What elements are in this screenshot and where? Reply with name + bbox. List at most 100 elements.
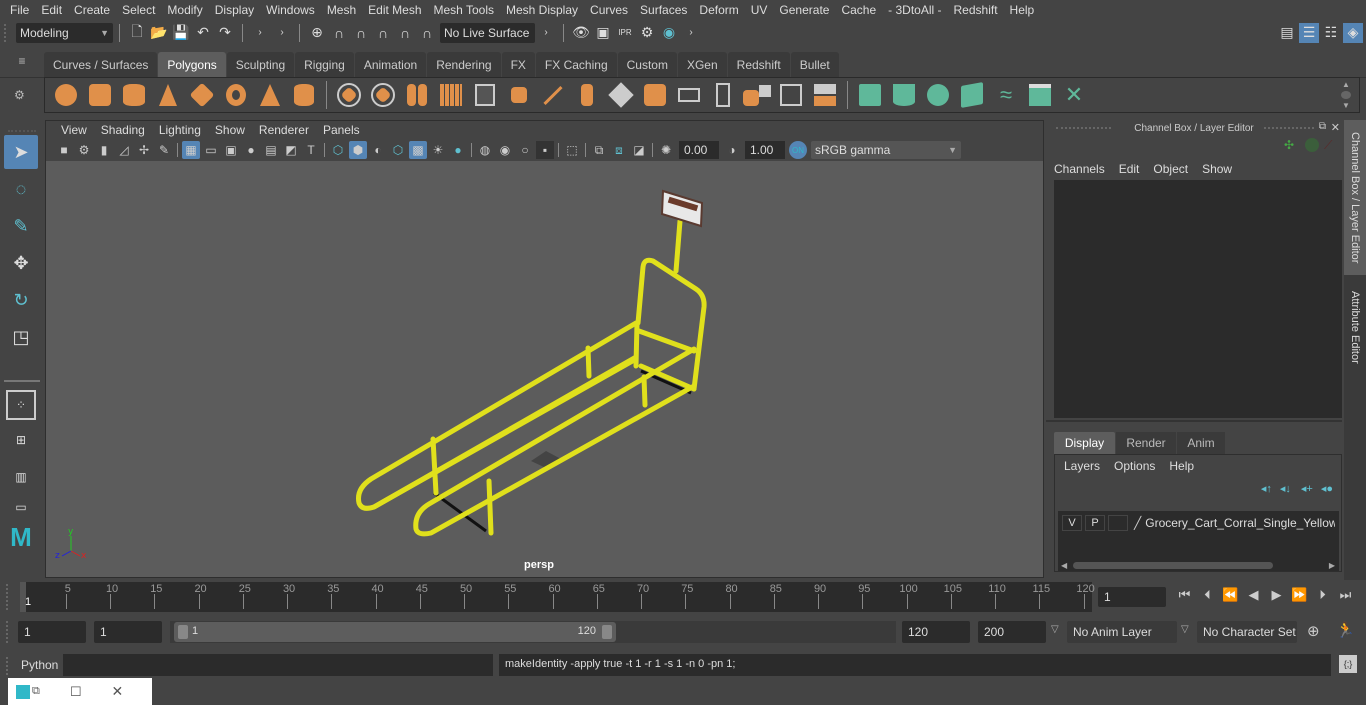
gamma-icon[interactable]: ◑	[723, 141, 741, 159]
menu-file[interactable]: File	[4, 3, 35, 17]
play-backward-icon[interactable]: ◀	[1242, 587, 1265, 603]
camera-attributes-icon[interactable]: ⚙	[75, 141, 93, 159]
playback-start-field[interactable]: 1	[94, 621, 162, 643]
use-all-lights-icon[interactable]: ▩	[409, 141, 427, 159]
screen-space-ao-icon[interactable]: ●	[449, 141, 467, 159]
grease-pencil-icon[interactable]: ✎	[155, 141, 173, 159]
field-chart-icon[interactable]: ▤	[262, 141, 280, 159]
menu-cache[interactable]: Cache	[835, 3, 882, 17]
poly-cone-icon[interactable]	[153, 80, 183, 110]
camera-icon[interactable]: ■	[55, 141, 73, 159]
gate-mask-icon[interactable]: ●	[242, 141, 260, 159]
menu-create[interactable]: Create	[68, 3, 116, 17]
tool-settings-toggle-icon[interactable]: ☷	[1321, 23, 1341, 43]
modeling-toolkit-icon[interactable]: ▤	[1277, 23, 1297, 43]
menu-select[interactable]: Select	[116, 3, 161, 17]
attribute-editor-toggle-icon[interactable]: ☰	[1299, 22, 1319, 43]
tab-display[interactable]: Display	[1054, 432, 1115, 454]
move-layer-down-icon[interactable]: ◂↓	[1280, 482, 1291, 495]
redo-icon[interactable]: ↷	[215, 23, 235, 43]
boolean-icon[interactable]	[742, 80, 772, 110]
speed-icon[interactable]	[1305, 138, 1319, 152]
isolate-select-icon[interactable]: ▪	[536, 141, 554, 159]
command-language-toggle[interactable]: Python	[21, 658, 58, 672]
four-view-layout-icon[interactable]: ⊞	[4, 423, 38, 457]
collapse-arrow-icon[interactable]: ›	[681, 23, 701, 43]
menu-edit-mesh[interactable]: Edit Mesh	[362, 3, 427, 17]
grip-handle[interactable]	[6, 657, 8, 675]
render-frame-icon[interactable]: ▣	[593, 23, 613, 43]
menu-curves[interactable]: Curves	[584, 3, 634, 17]
animation-start-field[interactable]: 1	[18, 621, 86, 643]
character-set-dropdown-icon[interactable]: ▽	[1181, 624, 1189, 635]
backface-culling-icon[interactable]: ◪	[630, 141, 648, 159]
splitter[interactable]	[1046, 420, 1342, 422]
go-to-start-icon[interactable]: ⏮	[1173, 587, 1196, 603]
unfold-uv-icon[interactable]: ≈	[991, 80, 1021, 110]
maya-logo-icon[interactable]: M	[4, 520, 38, 554]
animation-preferences-icon[interactable]: 🏃	[1336, 621, 1355, 639]
grip-handle[interactable]	[1264, 127, 1314, 129]
script-editor-icon[interactable]: {;}	[1339, 655, 1357, 673]
command-input[interactable]	[63, 654, 493, 676]
cb-menu-show[interactable]: Show	[1202, 162, 1232, 176]
scale-tool-icon[interactable]: ◳	[4, 320, 38, 354]
color-space-dropdown[interactable]: sRGB gamma ▼	[811, 141, 961, 159]
shelf-tab-rigging[interactable]: Rigging	[295, 52, 354, 77]
open-scene-icon[interactable]: 📂	[149, 23, 169, 43]
menu-surfaces[interactable]: Surfaces	[634, 3, 693, 17]
menu-mesh[interactable]: Mesh	[321, 3, 362, 17]
target-weld-icon[interactable]	[674, 80, 704, 110]
ipr-render-icon[interactable]: IPR	[615, 23, 635, 43]
vp-menu-panels[interactable]: Panels	[316, 123, 367, 137]
wireframe-icon[interactable]: ⬡	[329, 141, 347, 159]
menu-edit[interactable]: Edit	[35, 3, 68, 17]
shelf-tab-rendering[interactable]: Rendering	[427, 52, 501, 77]
wireframe-on-shaded-icon[interactable]: ◐	[369, 141, 387, 159]
snap-view-plane-icon[interactable]: ∩	[395, 23, 415, 43]
live-surface-field[interactable]: No Live Surface	[440, 22, 535, 43]
step-forward-key-icon[interactable]: ⏩	[1288, 587, 1311, 603]
uv-editor-icon[interactable]	[1025, 80, 1055, 110]
channel-list[interactable]	[1054, 180, 1342, 418]
manipulator-icon[interactable]: ✣	[1284, 138, 1294, 152]
timeline-ruler[interactable]: 1 5 10 15 20 25 30 35 40 45 50 55 60 65 70 75 80 85 90 95 1…	[20, 582, 1095, 612]
gamma-field[interactable]: 1.00	[745, 141, 785, 159]
snap-grid-icon[interactable]: ⊕	[307, 23, 327, 43]
color-management-toggle-icon[interactable]: ON	[789, 141, 807, 159]
layer-visibility-toggle[interactable]: V	[1062, 515, 1082, 531]
move-layer-up-icon[interactable]: ◂↑	[1261, 482, 1272, 495]
paint-select-tool-icon[interactable]: ✎	[4, 209, 38, 243]
scroll-left-icon[interactable]: ◀	[1061, 561, 1067, 570]
save-scene-icon[interactable]: 💾	[171, 23, 191, 43]
shelf-tab-sculpting[interactable]: Sculpting	[226, 52, 295, 77]
scroll-right-icon[interactable]: ▶	[1329, 561, 1335, 570]
select-tool-icon[interactable]: ➤	[4, 135, 38, 169]
shelf-scrollbar[interactable]: ▲ ▼	[1339, 80, 1353, 110]
play-forward-icon[interactable]: ▶	[1265, 587, 1288, 603]
scroll-down-icon[interactable]: ▼	[1342, 101, 1350, 110]
range-slider[interactable]: 1 120	[174, 622, 616, 642]
menu-mesh-tools[interactable]: Mesh Tools	[428, 3, 500, 17]
scroll-up-icon[interactable]: ▲	[1342, 80, 1350, 89]
range-end-handle[interactable]	[602, 625, 612, 639]
poly-pyramid-icon[interactable]	[255, 80, 285, 110]
hypershade-icon[interactable]: ◉	[659, 23, 679, 43]
xray-joints-icon[interactable]: ⧉	[590, 141, 608, 159]
motion-blur-icon[interactable]: ◍	[476, 141, 494, 159]
move-tool-icon[interactable]: ✥	[4, 246, 38, 280]
grip-handle[interactable]	[6, 584, 8, 610]
step-back-key-icon[interactable]: ⏪	[1219, 587, 1242, 603]
smooth-shade-icon[interactable]: ⬢	[349, 141, 367, 159]
layer-row[interactable]: V P ╱ Grocery_Cart_Corral_Single_Yellow_…	[1058, 513, 1339, 533]
tab-anim[interactable]: Anim	[1177, 432, 1225, 454]
menu-mesh-display[interactable]: Mesh Display	[500, 3, 584, 17]
shelf-tab-curves-surfaces[interactable]: Curves / Surfaces	[44, 52, 158, 77]
poly-plane-icon[interactable]	[187, 80, 217, 110]
new-layer-icon[interactable]: ◂+	[1301, 482, 1313, 495]
poly-pipe-icon[interactable]	[289, 80, 319, 110]
menu-deform[interactable]: Deform	[693, 3, 744, 17]
render-settings-icon[interactable]: ⚙	[637, 23, 657, 43]
undo-icon[interactable]: ↶	[193, 23, 213, 43]
auto-key-icon[interactable]: ⊕	[1307, 622, 1320, 640]
